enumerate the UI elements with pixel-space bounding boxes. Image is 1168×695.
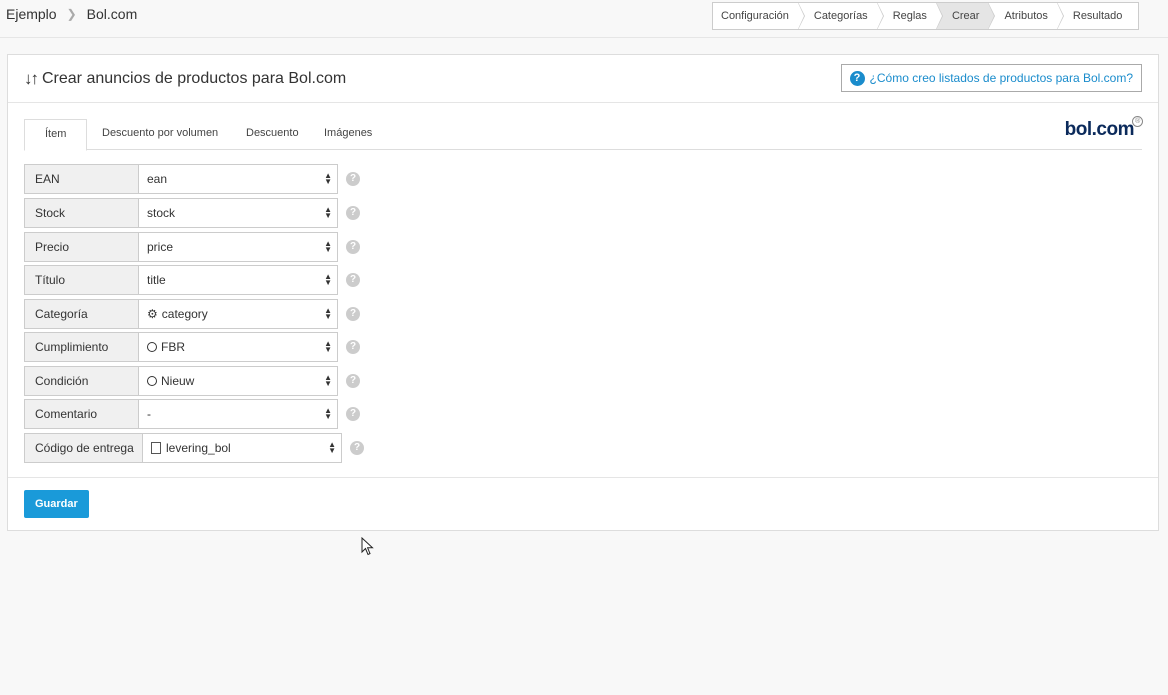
field-label: Título (24, 265, 139, 295)
field-row-cumplimiento: Cumplimiento FBR ▲ ▼ ? (24, 332, 360, 362)
select-caret-icon: ▲ ▼ (324, 239, 332, 254)
help-link-button[interactable]: ? ¿Cómo creo listados de productos para … (840, 64, 1142, 92)
field-label: Comentario (24, 399, 139, 429)
field-value: FBR (161, 340, 185, 354)
field-value: - (147, 407, 151, 421)
page-title: ↓↑ Crear anuncios de productos para Bol.… (24, 69, 346, 89)
mouse-cursor-icon (361, 537, 374, 556)
step-reglas[interactable]: Reglas (877, 2, 944, 30)
help-icon[interactable]: ? (346, 273, 360, 287)
field-label: Condición (24, 366, 139, 396)
field-row-categoria: Categoría ⚙ category ▲ ▼ ? (24, 299, 360, 329)
help-icon[interactable]: ? (346, 172, 360, 186)
save-button[interactable]: Guardar (24, 490, 89, 518)
help-icon[interactable]: ? (346, 307, 360, 321)
field-label: EAN (24, 164, 139, 194)
step-categorias[interactable]: Categorías (798, 2, 884, 30)
file-icon (151, 442, 161, 454)
gear-icon: ⚙ (147, 307, 158, 321)
field-select-cumplimiento[interactable]: FBR ▲ ▼ (139, 332, 338, 362)
help-icon[interactable]: ? (346, 374, 360, 388)
select-caret-icon: ▲ ▼ (324, 339, 332, 354)
field-select-categoria[interactable]: ⚙ category ▲ ▼ (139, 299, 338, 329)
field-value: title (147, 273, 166, 287)
tab-item[interactable]: Ítem (24, 119, 88, 151)
tab-descuento-por-volumen[interactable]: Descuento por volumen (102, 119, 218, 150)
field-value: Nieuw (161, 374, 195, 388)
field-select-stock[interactable]: stock ▲ ▼ (139, 198, 338, 228)
select-caret-icon: ▲ ▼ (328, 440, 336, 455)
select-caret-icon: ▲ ▼ (324, 406, 332, 421)
breadcrumb: Ejemplo ❯ Bol.com (6, 6, 137, 22)
select-caret-icon: ▲ ▼ (324, 373, 332, 388)
step-resultado[interactable]: Resultado (1057, 3, 1139, 29)
field-label: Cumplimiento (24, 332, 139, 362)
tab-imagenes[interactable]: Imágenes (324, 119, 372, 150)
field-row-ean: EAN ean ▲ ▼ ? (24, 164, 360, 194)
help-icon[interactable]: ? (346, 407, 360, 421)
question-circle-icon: ? (849, 70, 865, 86)
field-value: ean (147, 172, 168, 186)
select-caret-icon: ▲ ▼ (324, 306, 332, 321)
field-row-stock: Stock stock ▲ ▼ ? (24, 198, 360, 228)
wizard-steps: Configuración Categorías Reglas Crear At… (712, 2, 1140, 30)
help-icon[interactable]: ? (346, 206, 360, 220)
field-select-condicion[interactable]: Nieuw ▲ ▼ (139, 366, 338, 396)
field-value: price (147, 240, 174, 254)
field-select-precio[interactable]: price ▲ ▼ (139, 232, 338, 262)
field-select-titulo[interactable]: title ▲ ▼ (139, 265, 338, 295)
chevron-right-icon: ❯ (66, 7, 77, 21)
field-label: Precio (24, 232, 139, 262)
field-select-ean[interactable]: ean ▲ ▼ (139, 164, 338, 194)
field-row-codigo-de-entrega: Código de entrega levering_bol ▲ ▼ ? (24, 433, 364, 463)
circle-icon (147, 342, 157, 352)
bol-logo-text: bol.com (1064, 119, 1135, 140)
field-label: Categoría (24, 299, 139, 329)
divider (8, 477, 1158, 478)
step-atributos[interactable]: Atributos (988, 2, 1065, 30)
create-listings-panel: ↓↑ Crear anuncios de productos para Bol.… (7, 54, 1159, 531)
top-bar: Ejemplo ❯ Bol.com Configuración Categorí… (0, 0, 1168, 38)
help-link-label: ¿Cómo creo listados de productos para Bo… (869, 71, 1133, 85)
page-title-text: Crear anuncios de productos para Bol.com (42, 70, 347, 87)
breadcrumb-root[interactable]: Ejemplo (6, 6, 57, 22)
step-crear[interactable]: Crear (935, 2, 995, 30)
bol-logo: bol.com ® (1064, 116, 1143, 141)
breadcrumb-current: Bol.com (86, 6, 138, 22)
field-row-condicion: Condición Nieuw ▲ ▼ ? (24, 366, 360, 396)
tab-descuento[interactable]: Descuento (246, 119, 299, 150)
field-row-precio: Precio price ▲ ▼ ? (24, 232, 360, 262)
field-value: levering_bol (166, 441, 231, 455)
circle-icon (147, 376, 157, 386)
select-caret-icon: ▲ ▼ (324, 205, 332, 220)
field-row-comentario: Comentario - ▲ ▼ ? (24, 399, 360, 429)
select-caret-icon: ▲ ▼ (324, 272, 332, 287)
field-select-comentario[interactable]: - ▲ ▼ (139, 399, 338, 429)
help-icon[interactable]: ? (350, 441, 364, 455)
field-select-codigo-de-entrega[interactable]: levering_bol ▲ ▼ (143, 433, 342, 463)
field-row-titulo: Título title ▲ ▼ ? (24, 265, 360, 295)
field-value: stock (147, 206, 176, 220)
help-icon[interactable]: ? (346, 240, 360, 254)
select-caret-icon: ▲ ▼ (324, 171, 332, 186)
panel-header: ↓↑ Crear anuncios de productos para Bol.… (8, 55, 1158, 103)
field-label: Código de entrega (24, 433, 143, 463)
field-value: category (161, 307, 208, 321)
sort-arrows-icon: ↓↑ (24, 69, 39, 88)
tabs: Ítem Descuento por volumen Descuento Imá… (24, 116, 1143, 151)
field-label: Stock (24, 198, 139, 228)
help-icon[interactable]: ? (346, 340, 360, 354)
registered-mark-icon: ® (1132, 116, 1143, 127)
step-configuracion[interactable]: Configuración (713, 2, 805, 30)
